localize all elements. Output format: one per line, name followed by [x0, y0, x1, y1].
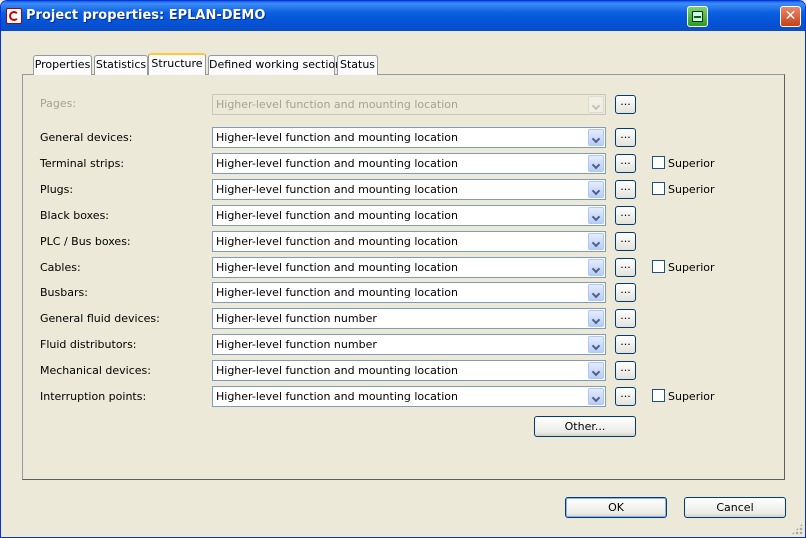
general-devices-browse-button[interactable]: ...: [615, 128, 636, 147]
chevron-down-icon[interactable]: [588, 181, 604, 198]
busbars-browse-button[interactable]: ...: [615, 283, 636, 302]
tab-structure[interactable]: Structure: [148, 53, 206, 75]
black-boxes-combo-value: Higher-level function and mounting locat…: [216, 209, 458, 222]
mechanical-devices-browse-button[interactable]: ...: [615, 361, 636, 380]
chevron-down-icon[interactable]: [588, 362, 604, 379]
close-icon: ✕: [784, 8, 797, 24]
chevron-down-icon[interactable]: [588, 388, 604, 405]
cables-superior-label: Superior: [668, 261, 715, 274]
general-devices-label: General devices:: [40, 131, 133, 144]
resize-grip[interactable]: [791, 523, 803, 535]
tab-statistics[interactable]: Statistics: [94, 55, 148, 75]
cables-combo-value: Higher-level function and mounting locat…: [216, 261, 458, 274]
chevron-down-icon[interactable]: [588, 336, 604, 353]
cancel-button[interactable]: Cancel: [684, 497, 786, 518]
project-properties-dialog: Project properties: EPLAN-DEMO ✕ Propert…: [0, 0, 806, 538]
interruption-points-superior-checkbox[interactable]: [652, 389, 665, 402]
busbars-combo[interactable]: Higher-level function and mounting locat…: [212, 282, 606, 303]
chevron-down-icon[interactable]: [588, 259, 604, 276]
interruption-points-combo-value: Higher-level function and mounting locat…: [216, 390, 458, 403]
pages-combo-value: Higher-level function and mounting locat…: [216, 98, 458, 111]
tab-status[interactable]: Status: [337, 55, 378, 75]
chevron-down-icon: [588, 96, 604, 113]
fluid-distributors-label: Fluid distributors:: [40, 338, 137, 351]
other-button[interactable]: Other...: [534, 416, 636, 437]
terminal-strips-label: Terminal strips:: [40, 157, 125, 170]
terminal-strips-combo-value: Higher-level function and mounting locat…: [216, 157, 458, 170]
window-title: Project properties: EPLAN-DEMO: [26, 8, 266, 23]
general-fluid-devices-label: General fluid devices:: [40, 312, 160, 325]
terminal-strips-superior-checkbox[interactable]: [652, 156, 665, 169]
fluid-distributors-browse-button[interactable]: ...: [615, 335, 636, 354]
plugs-superior-checkbox[interactable]: [652, 182, 665, 195]
print-button[interactable]: [687, 6, 708, 27]
close-button[interactable]: ✕: [780, 6, 801, 27]
general-fluid-devices-browse-button[interactable]: ...: [615, 309, 636, 328]
pages-label: Pages:: [40, 97, 77, 110]
chevron-down-icon[interactable]: [588, 155, 604, 172]
plc-bus-boxes-combo-value: Higher-level function and mounting locat…: [216, 235, 458, 248]
plugs-combo-value: Higher-level function and mounting locat…: [216, 183, 458, 196]
plugs-browse-button[interactable]: ...: [615, 180, 636, 199]
black-boxes-combo[interactable]: Higher-level function and mounting locat…: [212, 205, 606, 226]
interruption-points-superior-label: Superior: [668, 390, 715, 403]
cables-superior-checkbox[interactable]: [652, 260, 665, 273]
mechanical-devices-label: Mechanical devices:: [40, 364, 151, 377]
general-fluid-devices-combo[interactable]: Higher-level function number: [212, 308, 606, 329]
interruption-points-combo[interactable]: Higher-level function and mounting locat…: [212, 386, 606, 407]
fluid-distributors-combo-value: Higher-level function number: [216, 338, 377, 351]
chevron-down-icon[interactable]: [588, 284, 604, 301]
tab-properties[interactable]: Properties: [33, 55, 92, 75]
fluid-distributors-combo[interactable]: Higher-level function number: [212, 334, 606, 355]
black-boxes-browse-button[interactable]: ...: [615, 206, 636, 225]
plugs-superior-label: Superior: [668, 183, 715, 196]
plugs-label: Plugs:: [40, 183, 74, 196]
interruption-points-label: Interruption points:: [40, 390, 147, 403]
plugs-combo[interactable]: Higher-level function and mounting locat…: [212, 179, 606, 200]
cables-browse-button[interactable]: ...: [615, 258, 636, 277]
mechanical-devices-combo-value: Higher-level function and mounting locat…: [216, 364, 458, 377]
cables-combo[interactable]: Higher-level function and mounting locat…: [212, 257, 606, 278]
pages-browse-button[interactable]: ...: [615, 95, 636, 114]
mechanical-devices-combo[interactable]: Higher-level function and mounting locat…: [212, 360, 606, 381]
title-bar[interactable]: Project properties: EPLAN-DEMO ✕: [1, 1, 805, 31]
busbars-label: Busbars:: [40, 286, 88, 299]
busbars-combo-value: Higher-level function and mounting locat…: [216, 286, 458, 299]
general-fluid-devices-combo-value: Higher-level function number: [216, 312, 377, 325]
general-devices-combo[interactable]: Higher-level function and mounting locat…: [212, 127, 606, 148]
general-devices-combo-value: Higher-level function and mounting locat…: [216, 131, 458, 144]
chevron-down-icon[interactable]: [588, 233, 604, 250]
plc-bus-boxes-browse-button[interactable]: ...: [615, 232, 636, 251]
cables-label: Cables:: [40, 261, 81, 274]
black-boxes-label: Black boxes:: [40, 209, 110, 222]
terminal-strips-browse-button[interactable]: ...: [615, 154, 636, 173]
interruption-points-browse-button[interactable]: ...: [615, 387, 636, 406]
plc-bus-boxes-label: PLC / Bus boxes:: [40, 235, 131, 248]
terminal-strips-superior-label: Superior: [668, 157, 715, 170]
ok-button[interactable]: OK: [565, 497, 667, 518]
terminal-strips-combo[interactable]: Higher-level function and mounting locat…: [212, 153, 606, 174]
chevron-down-icon[interactable]: [588, 129, 604, 146]
plc-bus-boxes-combo[interactable]: Higher-level function and mounting locat…: [212, 231, 606, 252]
chevron-down-icon[interactable]: [588, 310, 604, 327]
chevron-down-icon[interactable]: [588, 207, 604, 224]
tab-defined-working-sections[interactable]: Defined working sections: [208, 55, 348, 75]
printer-icon: [692, 11, 703, 22]
pages-combo: Higher-level function and mounting locat…: [212, 94, 606, 115]
eplan-app-icon: [6, 8, 22, 24]
